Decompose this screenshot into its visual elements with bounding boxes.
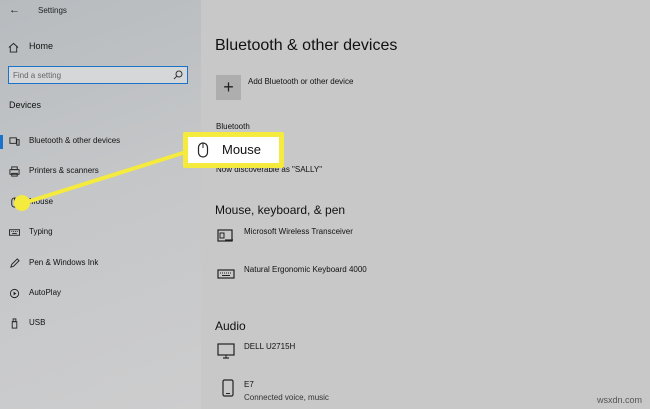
page-title: Bluetooth & other devices [215,37,398,54]
app-title: Settings [38,6,67,15]
sidebar-item-label: Typing [29,227,53,236]
callout-box: Mouse [183,132,284,168]
search-icon[interactable] [173,70,183,80]
sidebar-item-label: AutoPlay [29,288,62,297]
keyboard-icon [217,269,235,279]
watermark: wsxdn.com [596,395,642,405]
sidebar-item-label: Pen & Windows Ink [29,258,99,267]
device-name[interactable]: E7 [244,380,254,389]
mouse-keyboard-pen-heading: Mouse, keyboard, & pen [215,203,346,217]
section-devices: Devices [9,100,42,110]
add-device-label[interactable]: Add Bluetooth or other device [248,77,353,86]
active-indicator [0,135,3,149]
pen-icon [10,258,20,268]
sidebar-item-mouse[interactable]: Mouse [0,192,201,214]
mouse-icon [197,142,209,158]
search-input[interactable] [13,69,163,81]
printer-icon [9,166,20,177]
search-box[interactable] [8,66,188,84]
usb-icon [11,318,18,329]
device-name[interactable]: Natural Ergonomic Keyboard 4000 [244,265,367,274]
transceiver-icon [217,229,233,242]
sidebar-item-label: USB [29,318,46,327]
home-label: Home [29,41,54,51]
sidebar-item-printers[interactable]: Printers & scanners [0,161,201,183]
add-device-button[interactable]: + [216,75,241,100]
sidebar-item-typing[interactable]: Typing [0,222,201,244]
nav-home[interactable]: Home [8,40,53,54]
sidebar-item-label: Mouse [29,197,54,206]
sidebar-item-autoplay[interactable]: AutoPlay [0,283,201,305]
audio-heading: Audio [215,319,246,333]
sidebar-item-usb[interactable]: USB [0,313,201,335]
title-bar: ← Settings [0,0,201,22]
device-name[interactable]: DELL U2715H [244,342,295,351]
bluetooth-devices-icon [9,137,20,146]
main-panel: Bluetooth & other devices + Add Bluetoot… [201,0,650,409]
keyboard-icon [9,229,20,236]
autoplay-icon [9,288,20,299]
sidebar-item-label: Bluetooth & other devices [29,136,121,145]
phone-icon [222,379,234,397]
bluetooth-heading: Bluetooth [216,122,250,131]
sidebar-item-label: Printers & scanners [29,166,99,175]
sidebar-item-bluetooth[interactable]: Bluetooth & other devices [0,131,201,153]
device-status: Connected voice, music [244,393,329,402]
back-arrow-icon[interactable]: ← [9,4,20,16]
sidebar: ← Settings Home Devices Bluetooth & othe… [0,0,201,409]
device-name[interactable]: Microsoft Wireless Transceiver [244,227,353,236]
monitor-icon [217,343,235,359]
callout-label: Mouse [222,142,262,157]
callout-inner: Mouse [188,137,279,163]
mouse-icon [11,197,18,208]
home-icon [8,42,19,53]
plus-icon: + [223,77,234,97]
sidebar-item-pen[interactable]: Pen & Windows Ink [0,253,201,275]
